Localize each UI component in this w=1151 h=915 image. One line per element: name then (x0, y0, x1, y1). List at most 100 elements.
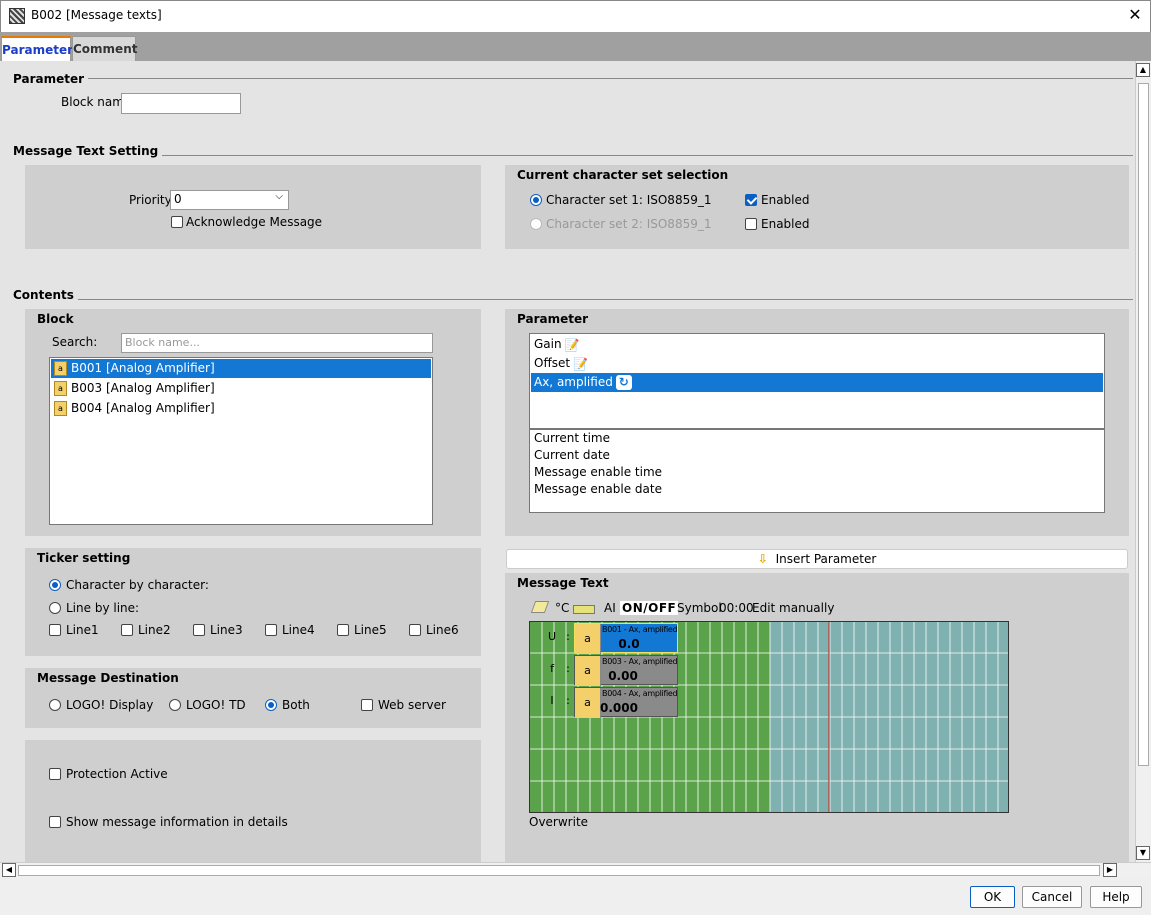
param-box-b004[interactable]: a B004 - Ax, amplified 0.000 (574, 687, 678, 718)
scroll-down-icon[interactable]: ▼ (1136, 846, 1150, 860)
line4-checkbox[interactable] (265, 624, 277, 636)
time-button[interactable]: 00:00 (719, 601, 754, 615)
tab-comment[interactable]: Comment (72, 36, 137, 61)
logo-td-label: LOGO! TD (186, 698, 246, 712)
parameter-item-offset[interactable]: Offset 📝 (531, 354, 1103, 373)
line3-checkbox[interactable] (193, 624, 205, 636)
bar-icon[interactable] (573, 605, 595, 614)
edit-manually-button[interactable]: Edit manually (752, 601, 834, 615)
tab-strip: Parameter Comment (0, 32, 1151, 61)
line4-label: Line4 (282, 623, 315, 637)
charset1-radio[interactable] (530, 194, 542, 206)
acknowledge-checkbox[interactable] (171, 216, 183, 228)
ok-button[interactable]: OK (970, 886, 1015, 908)
help-button[interactable]: Help (1090, 886, 1142, 908)
vertical-scrollbar[interactable]: ▲ ▼ (1135, 61, 1151, 862)
close-button[interactable]: ✕ (1127, 6, 1143, 24)
param-box-value: 0.0 (618, 637, 640, 651)
other-item-current-time[interactable]: Current time (531, 430, 610, 447)
show-info-checkbox[interactable] (49, 816, 61, 828)
message-text-grid[interactable]: U f I : : : a B001 - Ax, amplified 0.0 a… (529, 621, 1009, 813)
eraser-icon[interactable] (530, 601, 550, 613)
char-by-char-radio[interactable] (49, 579, 61, 591)
show-info-label: Show message information in details (66, 815, 288, 829)
insert-parameter-button[interactable]: ⇩ Insert Parameter (506, 549, 1128, 569)
priority-label: Priority: (129, 193, 175, 207)
param-box-b003[interactable]: a B003 - Ax, amplified 0.00 (574, 655, 678, 686)
search-label: Search: (52, 335, 98, 349)
amplifier-icon: a (54, 401, 67, 416)
divider (13, 299, 1133, 300)
tab-parameter[interactable]: Parameter (1, 36, 73, 61)
line1-checkbox[interactable] (49, 624, 61, 636)
vertical-scroll-thumb[interactable] (1138, 83, 1149, 766)
cancel-button[interactable]: Cancel (1022, 886, 1082, 908)
other-item-current-date[interactable]: Current date (531, 447, 610, 464)
line2-checkbox[interactable] (121, 624, 133, 636)
charset2-enabled-checkbox[interactable] (745, 218, 757, 230)
priority-select[interactable]: 0 ⌵ (170, 190, 289, 210)
priority-value: 0 (174, 192, 182, 206)
line5-label: Line5 (354, 623, 387, 637)
char-by-char-label: Character by character: (66, 578, 209, 592)
parameter-panel: Parameter Gain 📝 Offset 📝 Ax, amplified ↻ C… (505, 309, 1129, 536)
dialog-footer: OK Cancel Help (0, 878, 1151, 915)
protection-active-checkbox[interactable] (49, 768, 61, 780)
parameter-item-label: Offset (534, 356, 571, 370)
onoff-button[interactable]: ON/OFF (620, 601, 679, 615)
parameter-item-gain[interactable]: Gain 📝 (531, 335, 1103, 354)
param-box-name: B001 - Ax, amplified (602, 625, 678, 634)
line-by-line-label: Line by line: (66, 601, 140, 615)
param-box-name: B004 - Ax, amplified (602, 689, 678, 698)
scroll-right-icon[interactable]: ▶ (1103, 863, 1117, 877)
section-parameter-heading: Parameter (13, 72, 89, 86)
block-title: Block (37, 312, 74, 326)
param-box-b001[interactable]: a B001 - Ax, amplified 0.0 (574, 623, 678, 654)
web-server-checkbox[interactable] (361, 699, 373, 711)
divider (13, 155, 1133, 156)
line6-checkbox[interactable] (409, 624, 421, 636)
line-by-line-radio[interactable] (49, 602, 61, 614)
line2-label: Line2 (138, 623, 171, 637)
scroll-up-icon[interactable]: ▲ (1136, 63, 1150, 77)
block-list-item[interactable]: a B004 [Analog Amplifier] (51, 399, 431, 418)
param-box-value: 0.000 (600, 701, 638, 715)
edit-icon: 📝 (564, 337, 580, 352)
ticker-panel: Ticker setting Character by character: L… (25, 548, 481, 656)
horizontal-scrollbar[interactable]: ◀ ▶ (0, 862, 1151, 878)
message-text-title: Message Text (517, 576, 609, 590)
block-list-item[interactable]: a B001 [Analog Amplifier] (51, 359, 431, 378)
symbol-button[interactable]: Symbol (677, 601, 722, 615)
scroll-left-icon[interactable]: ◀ (2, 863, 16, 877)
other-item-message-enable-time[interactable]: Message enable time (531, 464, 662, 481)
other-item-message-enable-date[interactable]: Message enable date (531, 481, 662, 498)
logo-display-radio[interactable] (49, 699, 61, 711)
block-list-item[interactable]: a B003 [Analog Amplifier] (51, 379, 431, 398)
parameter-item-ax-amplified[interactable]: Ax, amplified ↻ (531, 373, 1103, 392)
insert-parameter-label: Insert Parameter (775, 552, 877, 566)
charset2-radio[interactable] (530, 218, 542, 230)
charset-title: Current character set selection (517, 168, 729, 182)
line5-checkbox[interactable] (337, 624, 349, 636)
block-panel: Block Search: Block name... a B001 [Analo… (25, 309, 481, 536)
param-box-value: 0.00 (608, 669, 638, 683)
parameter-list: Gain 📝 Offset 📝 Ax, amplified ↻ (529, 333, 1105, 429)
ai-button[interactable]: AI (604, 601, 616, 615)
line3-label: Line3 (210, 623, 243, 637)
row-label-u: U (547, 630, 557, 643)
priority-panel: Priority: 0 ⌵ Acknowledge Message (25, 165, 481, 249)
amplifier-icon: a (54, 361, 67, 376)
protection-active-label: Protection Active (66, 767, 168, 781)
charset-panel: Current character set selection Characte… (505, 165, 1129, 249)
celsius-button[interactable]: °C (555, 601, 569, 615)
logo-td-radio[interactable] (169, 699, 181, 711)
charset1-enabled-checkbox[interactable] (745, 194, 757, 206)
horizontal-scroll-thumb[interactable] (18, 865, 1100, 876)
block-name-input[interactable] (121, 93, 241, 114)
title-bar (0, 0, 1151, 32)
charset2-label: Character set 2: ISO8859_1 (546, 217, 712, 231)
charset2-enabled-label: Enabled (761, 217, 810, 231)
search-input[interactable]: Block name... (121, 333, 433, 353)
param-box-name: B003 - Ax, amplified (602, 657, 678, 666)
both-radio[interactable] (265, 699, 277, 711)
